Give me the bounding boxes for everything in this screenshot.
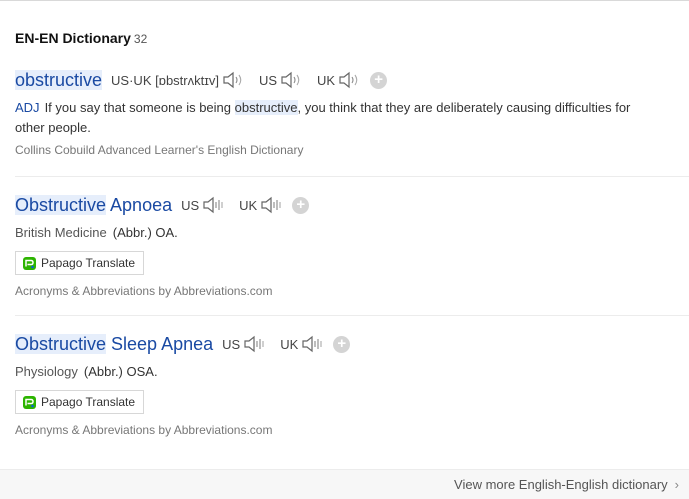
entry-headline: Obstructive Apnoea US UK + bbox=[15, 193, 689, 217]
entry-obstructive-apnoea: Obstructive Apnoea US UK + British Medic… bbox=[15, 193, 689, 298]
speaker-us-icon[interactable] bbox=[280, 71, 302, 89]
add-to-wordbook-button[interactable]: + bbox=[333, 335, 351, 353]
pronunciation-us: US bbox=[222, 335, 271, 353]
definition: British Medicine (Abbr.) OA. bbox=[15, 223, 689, 243]
category-label: Physiology bbox=[15, 364, 78, 379]
definition-highlight: obstructive bbox=[234, 100, 298, 115]
us-label: US bbox=[181, 197, 200, 213]
pronunciation-uk: UK bbox=[317, 71, 366, 89]
entry-source: Acronyms & Abbreviations by Abbreviation… bbox=[15, 284, 273, 298]
entry-word-link[interactable]: Obstructive Sleep Apnea bbox=[15, 332, 213, 356]
entry-headline: obstructive US·UK [ɒbstrʌktɪv] US UK + bbox=[15, 68, 689, 92]
definition: Physiology (Abbr.) OSA. bbox=[15, 362, 689, 382]
speaker-uk-icon[interactable] bbox=[338, 71, 360, 89]
papago-icon bbox=[23, 395, 36, 409]
uk-label: UK bbox=[239, 197, 258, 213]
speaker-us-icon[interactable] bbox=[243, 335, 265, 353]
uk-label: UK bbox=[280, 336, 299, 352]
entry-word-highlight[interactable]: Obstructive bbox=[15, 195, 107, 215]
result-count: 32 bbox=[133, 32, 148, 46]
pronunciation-uk: UK bbox=[280, 335, 329, 353]
footer-bar: View more English-English dictionary › bbox=[0, 469, 689, 499]
abbreviation: (Abbr.) OSA. bbox=[83, 364, 158, 379]
pronunciation-us: US bbox=[181, 196, 230, 214]
papago-icon bbox=[23, 256, 36, 270]
pronunciation-uk: UK bbox=[239, 196, 288, 214]
definition: ADJ If you say that someone is being obst… bbox=[15, 98, 689, 118]
entry-source: Collins Cobuild Advanced Learner's Engli… bbox=[15, 143, 304, 157]
definition-text-after: , you think that they are deliberately c… bbox=[297, 100, 631, 115]
translate-row: Papago Translate bbox=[15, 251, 689, 275]
view-more-link[interactable]: View more English-English dictionary › bbox=[454, 477, 679, 492]
chevron-right-icon: › bbox=[674, 477, 679, 492]
speaker-icon[interactable] bbox=[222, 71, 244, 89]
uk-label: UK bbox=[317, 72, 336, 88]
papago-translate-label[interactable]: Papago Translate bbox=[41, 256, 135, 270]
entry-divider bbox=[15, 176, 689, 177]
entry-word-highlight[interactable]: Obstructive bbox=[15, 334, 107, 354]
speaker-uk-icon[interactable] bbox=[260, 196, 282, 214]
entry-word-link[interactable]: Obstructive Apnoea bbox=[15, 193, 172, 217]
dictionary-panel: EN-EN Dictionary 32 obstructive US·UK [ɒb… bbox=[0, 0, 689, 499]
entry-word-rest[interactable]: Apnoea bbox=[106, 195, 172, 215]
entry-obstructive: obstructive US·UK [ɒbstrʌktɪv] US UK + A… bbox=[15, 68, 689, 157]
speaker-uk-icon[interactable] bbox=[301, 335, 323, 353]
part-of-speech: ADJ bbox=[15, 100, 40, 115]
entry-word-highlight[interactable]: obstructive bbox=[15, 70, 103, 90]
add-to-wordbook-button[interactable]: + bbox=[370, 71, 388, 89]
translate-row: Papago Translate bbox=[15, 390, 689, 414]
papago-translate-button[interactable]: Papago Translate bbox=[15, 390, 145, 414]
entry-word-rest[interactable]: Sleep Apnea bbox=[106, 334, 213, 354]
entry-divider bbox=[15, 315, 689, 316]
view-more-label[interactable]: View more English-English dictionary bbox=[454, 477, 668, 492]
entry-obstructive-sleep-apnea: Obstructive Sleep Apnea US UK + Physiolo… bbox=[15, 332, 689, 437]
entry-word-link[interactable]: obstructive bbox=[15, 68, 103, 92]
pronunciation-text: US·UK [ɒbstrʌktɪv] bbox=[111, 72, 219, 88]
papago-translate-button[interactable]: Papago Translate bbox=[15, 251, 145, 275]
section-title: EN-EN Dictionary bbox=[15, 30, 131, 46]
pronunciation-us: US bbox=[259, 71, 308, 89]
pronunciation-us-uk: US·UK [ɒbstrʌktɪv] bbox=[111, 71, 250, 89]
papago-translate-label[interactable]: Papago Translate bbox=[41, 395, 135, 409]
us-label: US bbox=[258, 72, 278, 88]
section-header: EN-EN Dictionary 32 bbox=[15, 30, 147, 46]
entry-headline: Obstructive Sleep Apnea US UK + bbox=[15, 332, 689, 356]
entry-source: Acronyms & Abbreviations by Abbreviation… bbox=[15, 423, 273, 437]
category-label: British Medicine bbox=[15, 225, 107, 240]
us-label: US bbox=[222, 336, 241, 352]
definition-text-before: If you say that someone is being bbox=[44, 100, 235, 115]
speaker-us-icon[interactable] bbox=[202, 196, 224, 214]
add-to-wordbook-button[interactable]: + bbox=[292, 196, 310, 214]
abbreviation: (Abbr.) OA. bbox=[112, 225, 178, 240]
definition-line-2: other people. bbox=[15, 120, 91, 135]
